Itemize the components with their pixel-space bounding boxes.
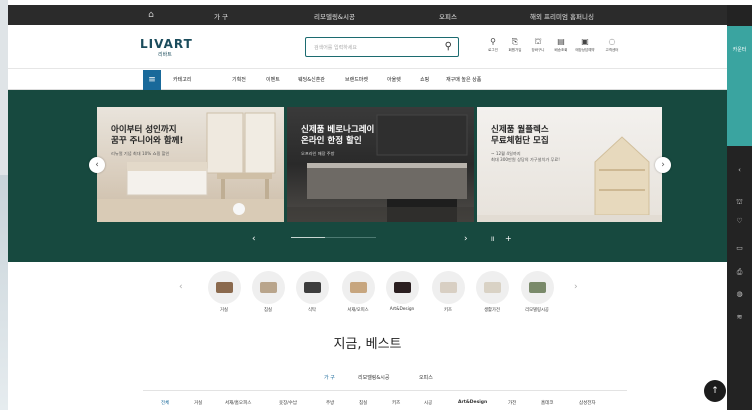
search-icon[interactable]: ⚲ xyxy=(445,41,452,52)
search-box[interactable]: 검색어를 입력하세요 ⚲ xyxy=(305,37,459,57)
nav-category[interactable]: 카테고리 xyxy=(173,76,191,83)
category-thumbnail xyxy=(439,282,457,293)
category-appliance[interactable]: 생활가전 xyxy=(474,271,510,313)
banner-subtitle: ~ 12월 4일까지 최대 300만원 상당의 가구설치가 무료! xyxy=(491,151,560,162)
logo[interactable]: LIVART xyxy=(140,37,193,51)
banner-title: 신제품 월플렉스 무료체험단 모집 xyxy=(491,125,549,146)
topbar-furniture[interactable]: 가 구 xyxy=(214,11,228,21)
subtab-all[interactable]: 전체 xyxy=(161,400,169,406)
subtab-samsung[interactable]: 삼성전자 xyxy=(579,400,596,406)
header: LIVART 리바트 검색어를 입력하세요 ⚲ ⚲ 로그인 ⎘ 회원가입 ⛫ 장바구니… xyxy=(8,25,727,69)
category-thumbnail xyxy=(349,282,367,293)
main-nav: ≡ 카테고리 기획전 이벤트 웨딩&신혼관 브랜드마켓 아울렛 쇼핑 재구매 높… xyxy=(8,70,727,90)
service-button[interactable]: ◌ 고객센터 xyxy=(602,37,622,53)
join-button[interactable]: ⎘ 회원가입 xyxy=(505,37,525,53)
nav-item-event[interactable]: 이벤트 xyxy=(266,76,280,83)
side-print-icon[interactable]: ⎙ xyxy=(727,268,752,277)
order-icon: ▤ xyxy=(557,37,565,46)
subtab-living[interactable]: 거실 xyxy=(194,400,202,406)
category-living[interactable]: 거실 xyxy=(206,271,242,313)
side-heart-icon[interactable]: ♡ xyxy=(727,217,752,225)
search-input[interactable]: 검색어를 입력하세요 xyxy=(314,44,357,51)
category-office[interactable]: 서재/오피스 xyxy=(340,271,376,313)
category-thumbnail xyxy=(483,282,501,293)
banner-prev-arrow-icon[interactable]: ‹ xyxy=(89,157,105,173)
nav-item-shopping[interactable]: 쇼핑 xyxy=(420,76,429,83)
side-chat-icon[interactable]: ◍ xyxy=(727,290,752,298)
side-coupon-icon[interactable]: ▭ xyxy=(727,244,752,252)
nav-item-brand[interactable]: 브랜드마켓 xyxy=(345,76,368,83)
hamburger-menu-icon[interactable]: ≡ xyxy=(143,70,161,90)
subtab-appliance[interactable]: 가전 xyxy=(508,400,516,406)
subtab-kitchen[interactable]: 주방 xyxy=(326,400,334,406)
category-next-icon[interactable]: › xyxy=(574,282,578,292)
subtab-homedeco[interactable]: 홈데코 xyxy=(541,400,553,406)
subtab-study[interactable]: 서재/홈오피스 xyxy=(225,400,251,406)
order-button[interactable]: ▤ 배송조회 xyxy=(551,37,571,53)
home-icon[interactable]: ⌂ xyxy=(145,9,157,21)
side-list-icon[interactable]: ≋ xyxy=(727,313,752,321)
category-prev-icon[interactable]: ‹ xyxy=(179,282,183,292)
best-tab-remodeling[interactable]: 리모델링&시공 xyxy=(358,374,390,381)
banner-next-arrow-icon[interactable]: › xyxy=(655,157,671,173)
subtab-construction[interactable]: 시공 xyxy=(424,400,432,406)
category-thumbnail xyxy=(259,282,277,293)
category-dining[interactable]: 식탁 xyxy=(294,271,330,313)
hero-progress-fill xyxy=(291,237,325,238)
category-thumbnail xyxy=(215,282,233,293)
subtab-art-design[interactable]: Art&Design xyxy=(458,400,487,405)
category-kids[interactable]: 키즈 xyxy=(430,271,466,313)
hero-prev-control-icon[interactable]: ‹ xyxy=(252,234,256,244)
nav-item-wedding[interactable]: 웨딩&신혼관 xyxy=(298,76,325,83)
divider xyxy=(143,390,627,391)
banner-card-verona[interactable]: 신제품 베로나그레이 온라인 한정 할인 오프라인 매장 주방 xyxy=(287,107,474,222)
scroll-to-top-icon[interactable]: ↑ xyxy=(704,380,726,402)
banner-card-wallflex[interactable]: 신제품 월플렉스 무료체험단 모집 ~ 12월 4일까지 최대 300만원 상당… xyxy=(477,107,662,222)
banner-card-junior[interactable]: 아이부터 성인까지 꿈꾸 주니어와 함께! 리뉴얼 기념 최대 10% 쇼핑 할… xyxy=(97,107,284,222)
best-tab-furniture[interactable]: 가 구 xyxy=(324,374,335,381)
bedroom-illustration xyxy=(97,112,284,222)
side-cart-icon[interactable]: ⛫ xyxy=(727,198,752,207)
join-icon: ⎘ xyxy=(511,37,519,46)
category-art-design[interactable]: Art&Design xyxy=(384,271,420,312)
subtab-closet[interactable]: 옷장/수납 xyxy=(279,400,297,406)
category-row: ‹ 거실 침실 식탁 서재/오피스 Art&Design 키즈 생활가전 리모델… xyxy=(8,262,727,326)
subtab-bedroom[interactable]: 침실 xyxy=(359,400,367,406)
topbar-office[interactable]: 오피스 xyxy=(439,11,457,21)
best-tab-office[interactable]: 오피스 xyxy=(419,374,433,381)
banner-subtitle: 오프라인 매장 주방 xyxy=(301,151,335,156)
topbar-remodeling[interactable]: 리모델링&시공 xyxy=(314,11,355,21)
category-thumbnail xyxy=(528,282,546,293)
side-collapse-icon[interactable]: ‹ xyxy=(727,166,752,174)
best-section-title: 지금, 베스트 xyxy=(333,337,402,352)
consult-icon: ▣ xyxy=(581,37,589,46)
logo-subtitle: 리바트 xyxy=(158,52,172,58)
page: ⌂ 가 구 리모델링&시공 오피스 해외 프리미엄 홈퍼니싱 LIVART 리바… xyxy=(8,0,752,410)
topbar-overseas[interactable]: 해외 프리미엄 홈퍼니싱 xyxy=(530,11,594,21)
banner-title: 신제품 베로나그레이 온라인 한정 할인 xyxy=(301,125,375,146)
nav-item-exhibition[interactable]: 기획전 xyxy=(232,76,246,83)
hero-next-control-icon[interactable]: › xyxy=(464,234,468,244)
hero-progress-bar xyxy=(291,237,376,238)
cart-button[interactable]: ⛫ 장바구니 xyxy=(528,37,548,53)
category-bedroom[interactable]: 침실 xyxy=(250,271,286,313)
category-thumbnail xyxy=(303,282,321,293)
category-thumbnail xyxy=(393,282,411,293)
side-counter-tab[interactable]: 카운터 xyxy=(727,26,752,146)
hero-banner: 아이부터 성인까지 꿈꾸 주니어와 함께! 리뉴얼 기념 최대 10% 쇼핑 할… xyxy=(8,90,727,262)
pause-icon[interactable]: II xyxy=(491,236,495,243)
nav-item-outlet[interactable]: 아울렛 xyxy=(387,76,401,83)
login-button[interactable]: ⚲ 로그인 xyxy=(483,37,503,53)
category-remodeling[interactable]: 리모델링시공 xyxy=(519,271,555,313)
user-icon: ⚲ xyxy=(490,37,496,46)
nav-item-repurchase[interactable]: 재구매 높은 상품 xyxy=(446,76,481,83)
plus-icon[interactable]: + xyxy=(505,234,512,243)
consult-button[interactable]: ▣ 매장상담예약 xyxy=(575,37,595,53)
service-icon: ◌ xyxy=(608,37,616,46)
cart-icon: ⛫ xyxy=(534,37,542,46)
subtab-kids[interactable]: 키즈 xyxy=(392,400,400,406)
top-bar: ⌂ 가 구 리모델링&시공 오피스 해외 프리미엄 홈퍼니싱 xyxy=(8,5,727,25)
